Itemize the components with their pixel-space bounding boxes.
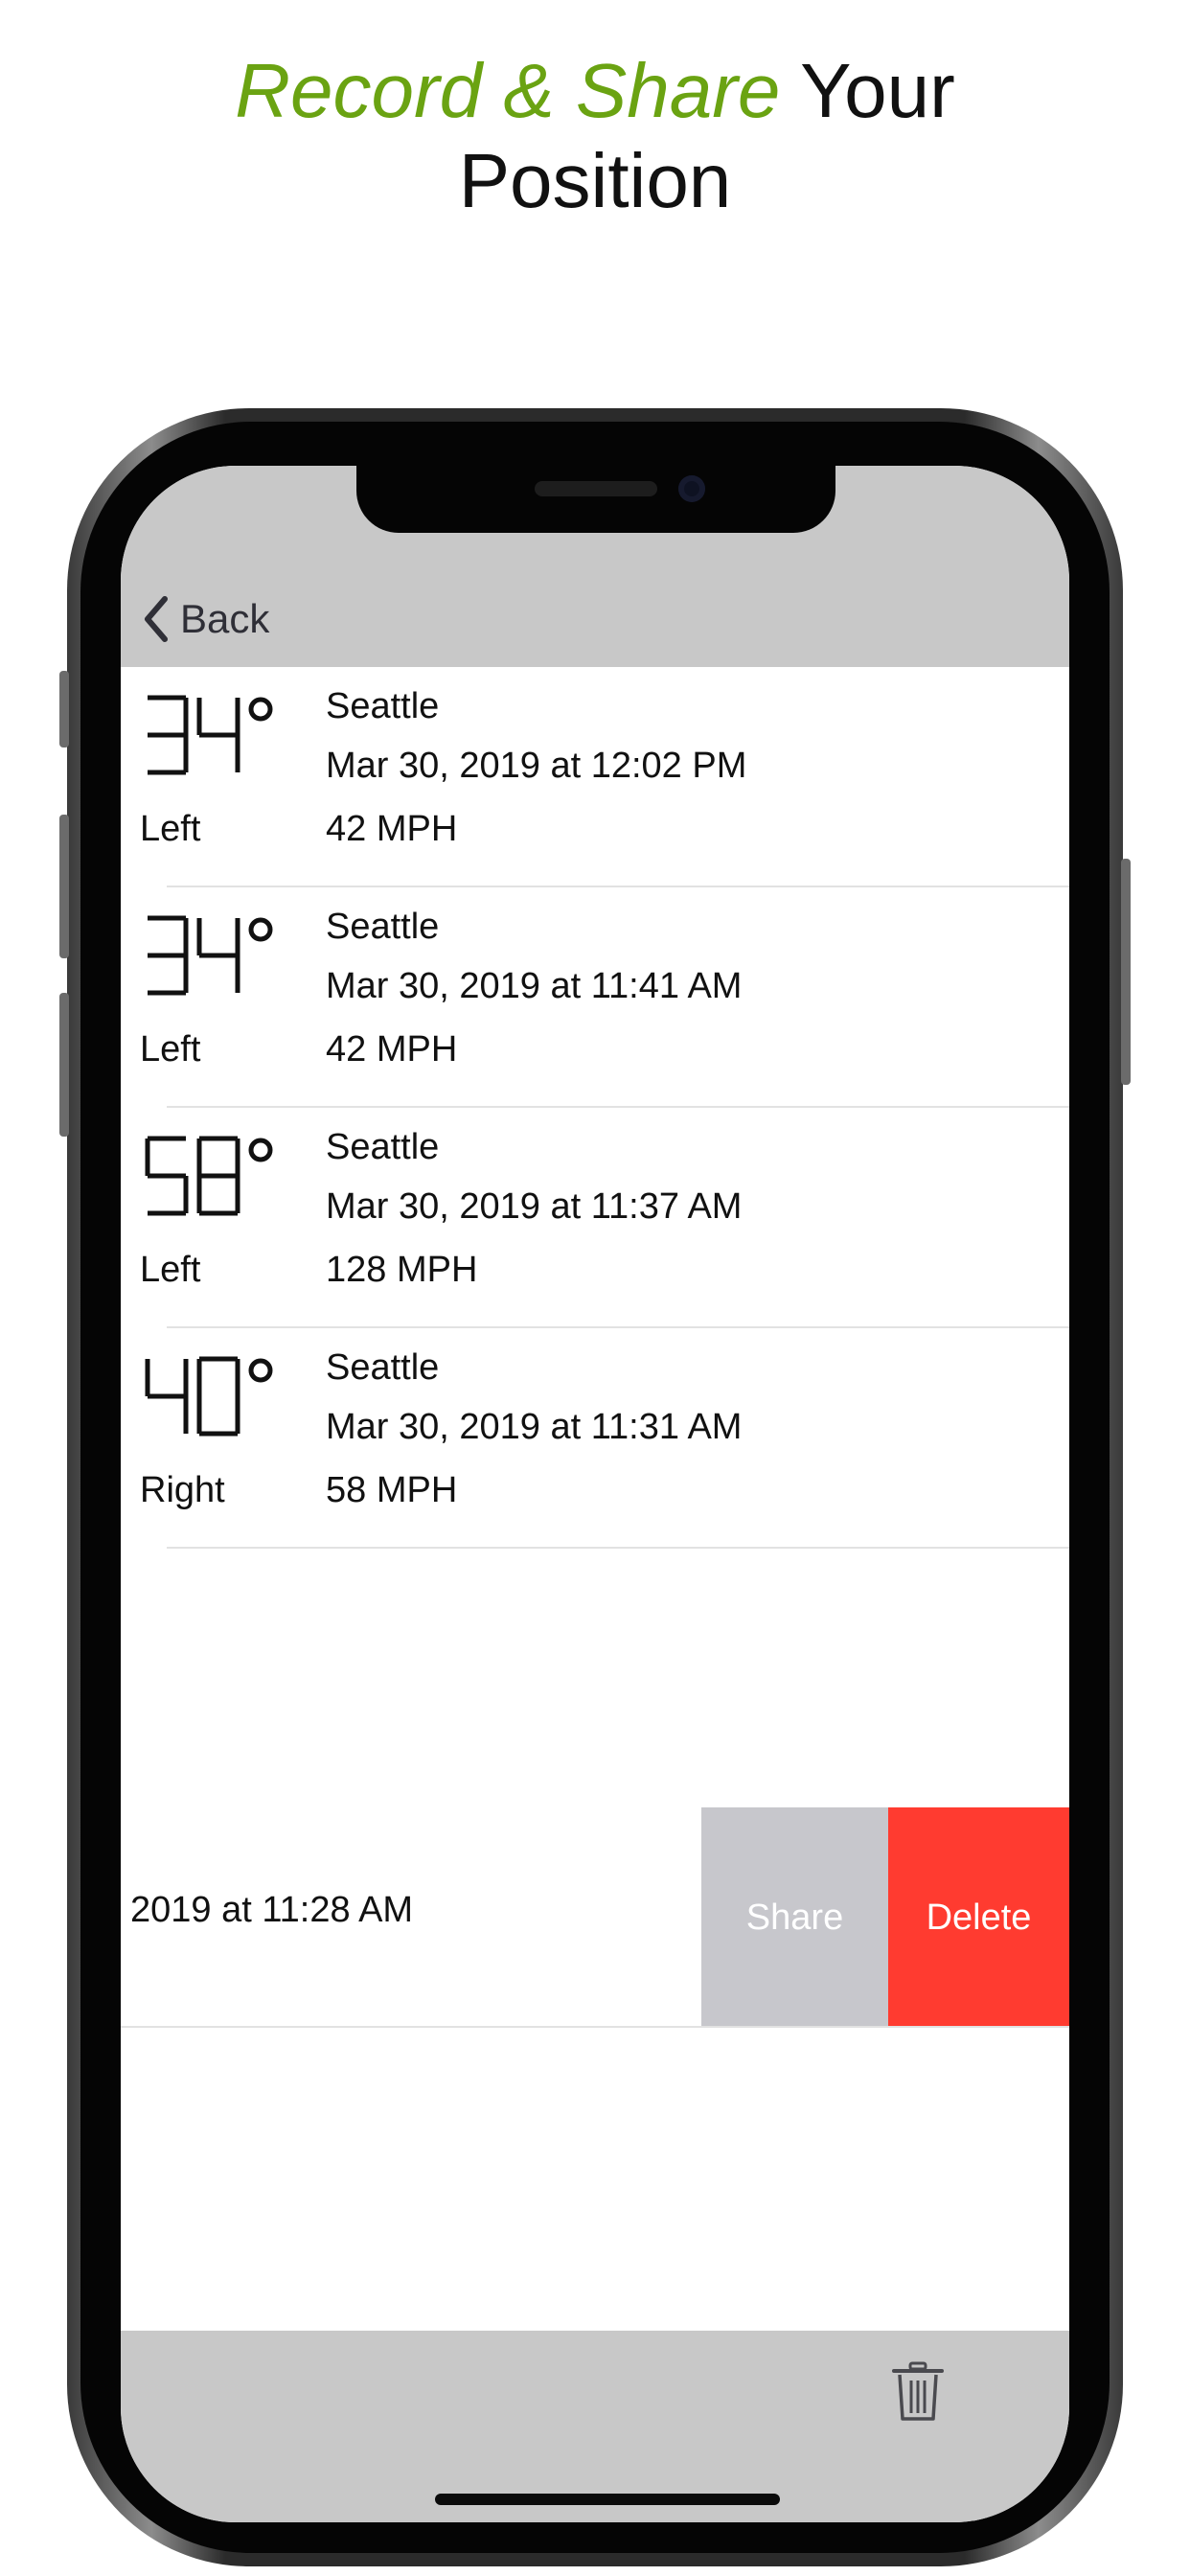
datetime-label: Mar 30, 2019 at 11:37 AM xyxy=(326,1186,743,1227)
datetime-label: Mar 30, 2019 at 12:02 PM xyxy=(326,746,747,786)
phone-volume-down xyxy=(59,993,69,1137)
side-label: Left xyxy=(140,1250,201,1290)
degree-symbol xyxy=(248,917,273,942)
chevron-left-icon xyxy=(145,596,168,642)
swiped-list-item[interactable]: 2019 at 11:28 AM Share Delete xyxy=(121,1807,1069,2028)
phone-mute-switch xyxy=(59,671,69,748)
phone-volume-up xyxy=(59,815,69,958)
speaker-grille xyxy=(535,481,657,496)
trash-icon xyxy=(892,2361,944,2421)
phone-screen: Back Left Seattle Mar 30, 2019 at 12:02 … xyxy=(121,466,1069,2522)
back-button[interactable]: Back xyxy=(142,590,269,648)
speed-label: 42 MPH xyxy=(326,1029,458,1070)
degree-symbol xyxy=(248,697,273,722)
city-label: Seattle xyxy=(326,1127,440,1167)
city-label: Seattle xyxy=(326,1347,440,1388)
row-separator xyxy=(167,1547,1069,1549)
swiped-datetime-label: 2019 at 11:28 AM xyxy=(130,1890,414,1930)
front-camera xyxy=(678,475,705,502)
home-indicator xyxy=(435,2494,780,2505)
phone-side-button xyxy=(1121,859,1131,1085)
side-label: Left xyxy=(140,809,201,849)
delete-button[interactable]: Delete xyxy=(888,1807,1069,2028)
temperature-display xyxy=(148,695,273,775)
trash-button[interactable] xyxy=(891,2361,945,2427)
speed-label: 128 MPH xyxy=(326,1250,478,1290)
datetime-label: Mar 30, 2019 at 11:41 AM xyxy=(326,966,743,1006)
temperature-display xyxy=(145,1136,273,1216)
list-item[interactable]: Left Seattle Mar 30, 2019 at 11:37 AM 12… xyxy=(121,1108,1069,1328)
datetime-label: Mar 30, 2019 at 11:31 AM xyxy=(326,1407,743,1447)
headline: Record & Share Your Position xyxy=(0,46,1190,226)
share-button[interactable]: Share xyxy=(701,1807,888,2028)
city-label: Seattle xyxy=(326,907,440,947)
headline-line-1: Record & Share Your xyxy=(0,46,1190,136)
headline-rest: Your xyxy=(780,48,955,133)
side-label: Right xyxy=(140,1470,225,1510)
temperature-display xyxy=(145,1356,273,1437)
headline-line-2: Position xyxy=(458,138,732,223)
notch xyxy=(356,466,835,533)
side-label: Left xyxy=(140,1029,201,1070)
back-label: Back xyxy=(180,596,270,641)
list-item[interactable]: Left Seattle Mar 30, 2019 at 11:41 AM 42… xyxy=(121,887,1069,1108)
headline-accent: Record & Share xyxy=(235,48,781,133)
temperature-display xyxy=(148,915,273,996)
speed-label: 58 MPH xyxy=(326,1470,458,1510)
city-label: Seattle xyxy=(326,686,440,726)
row-separator xyxy=(121,2026,1069,2028)
degree-symbol xyxy=(248,1358,273,1383)
list-item[interactable]: Left Seattle Mar 30, 2019 at 12:02 PM 42… xyxy=(121,667,1069,887)
list-item[interactable]: Right Seattle Mar 30, 2019 at 11:31 AM 5… xyxy=(121,1328,1069,1549)
degree-symbol xyxy=(248,1138,273,1162)
speed-label: 42 MPH xyxy=(326,809,458,849)
